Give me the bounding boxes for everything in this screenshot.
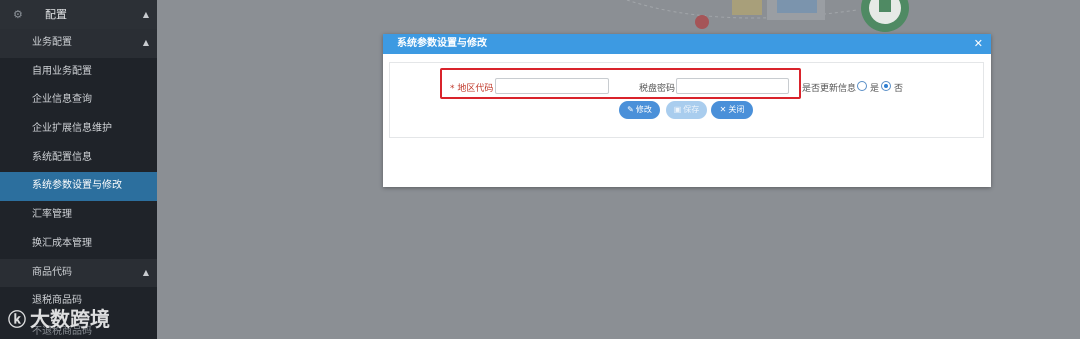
save-button[interactable]: ▣ 保存 [666, 101, 707, 119]
tax-disk-password-input[interactable] [676, 78, 789, 94]
watermark-text: 大数跨境 [30, 307, 110, 331]
close-icon: ✕ [719, 105, 727, 114]
dialog-header: 系统参数设置与修改 ✕ [383, 34, 991, 54]
update-no-label: 否 [894, 84, 904, 94]
update-no-radio[interactable] [881, 81, 891, 91]
area-code-input[interactable] [495, 78, 609, 94]
sidebar-item-system-config[interactable]: 系统配置信息 [0, 144, 157, 173]
caret-up-icon: ▲ [142, 10, 149, 19]
caret-up-icon: ▲ [142, 38, 149, 47]
sidebar: ⚙ 配置 ▲ 业务配置 ▲ 自用业务配置 企业信息查询 企业扩展信息维护 系统配置… [0, 0, 157, 339]
sidebar-group-business-label: 业务配置 [32, 37, 72, 48]
close-button[interactable]: ✕ 关闭 [711, 101, 753, 119]
dialog-title: 系统参数设置与修改 [397, 38, 487, 49]
save-button-label: 保存 [683, 105, 700, 114]
sidebar-item-company-extended[interactable]: 企业扩展信息维护 [0, 115, 157, 144]
sidebar-menu-config[interactable]: ⚙ 配置 ▲ [0, 0, 157, 29]
sidebar-item-system-params[interactable]: 系统参数设置与修改 [0, 172, 157, 202]
sidebar-item-self-business[interactable]: 自用业务配置 [0, 58, 157, 87]
close-icon[interactable]: ✕ [974, 34, 983, 54]
edit-button-label: 修改 [635, 105, 652, 114]
sidebar-menu-config-label: 配置 [45, 8, 67, 21]
tax-disk-password-label: 税盘密码 [639, 84, 676, 94]
sidebar-item-exchange-cost[interactable]: 换汇成本管理 [0, 230, 157, 259]
area-code-label: * 地区代码 [450, 84, 494, 94]
watermark: ⓚ 大数跨境 [8, 303, 110, 332]
logo-icon: ⓚ [8, 310, 26, 331]
update-yes-label: 是 [870, 84, 880, 94]
gear-icon: ⚙ [13, 8, 23, 21]
sidebar-group-business[interactable]: 业务配置 ▲ [0, 29, 157, 58]
sidebar-item-company-query[interactable]: 企业信息查询 [0, 86, 157, 115]
close-button-label: 关闭 [728, 105, 745, 114]
edit-icon: ✎ [627, 105, 634, 114]
update-info-label: 是否更新信息 [802, 84, 857, 94]
params-dialog: 系统参数设置与修改 ✕ * 地区代码 税盘密码 是否更新信息 是 否 ✎ 修改 ▣… [383, 34, 991, 187]
sidebar-group-goods-label: 商品代码 [32, 266, 72, 278]
save-icon: ▣ [673, 105, 682, 114]
sidebar-group-goods[interactable]: 商品代码 ▲ [0, 258, 157, 288]
sidebar-item-exchange-rate[interactable]: 汇率管理 [0, 201, 157, 230]
caret-up-icon: ▲ [142, 267, 149, 277]
update-yes-radio[interactable] [857, 81, 867, 91]
edit-button[interactable]: ✎ 修改 [619, 101, 660, 119]
